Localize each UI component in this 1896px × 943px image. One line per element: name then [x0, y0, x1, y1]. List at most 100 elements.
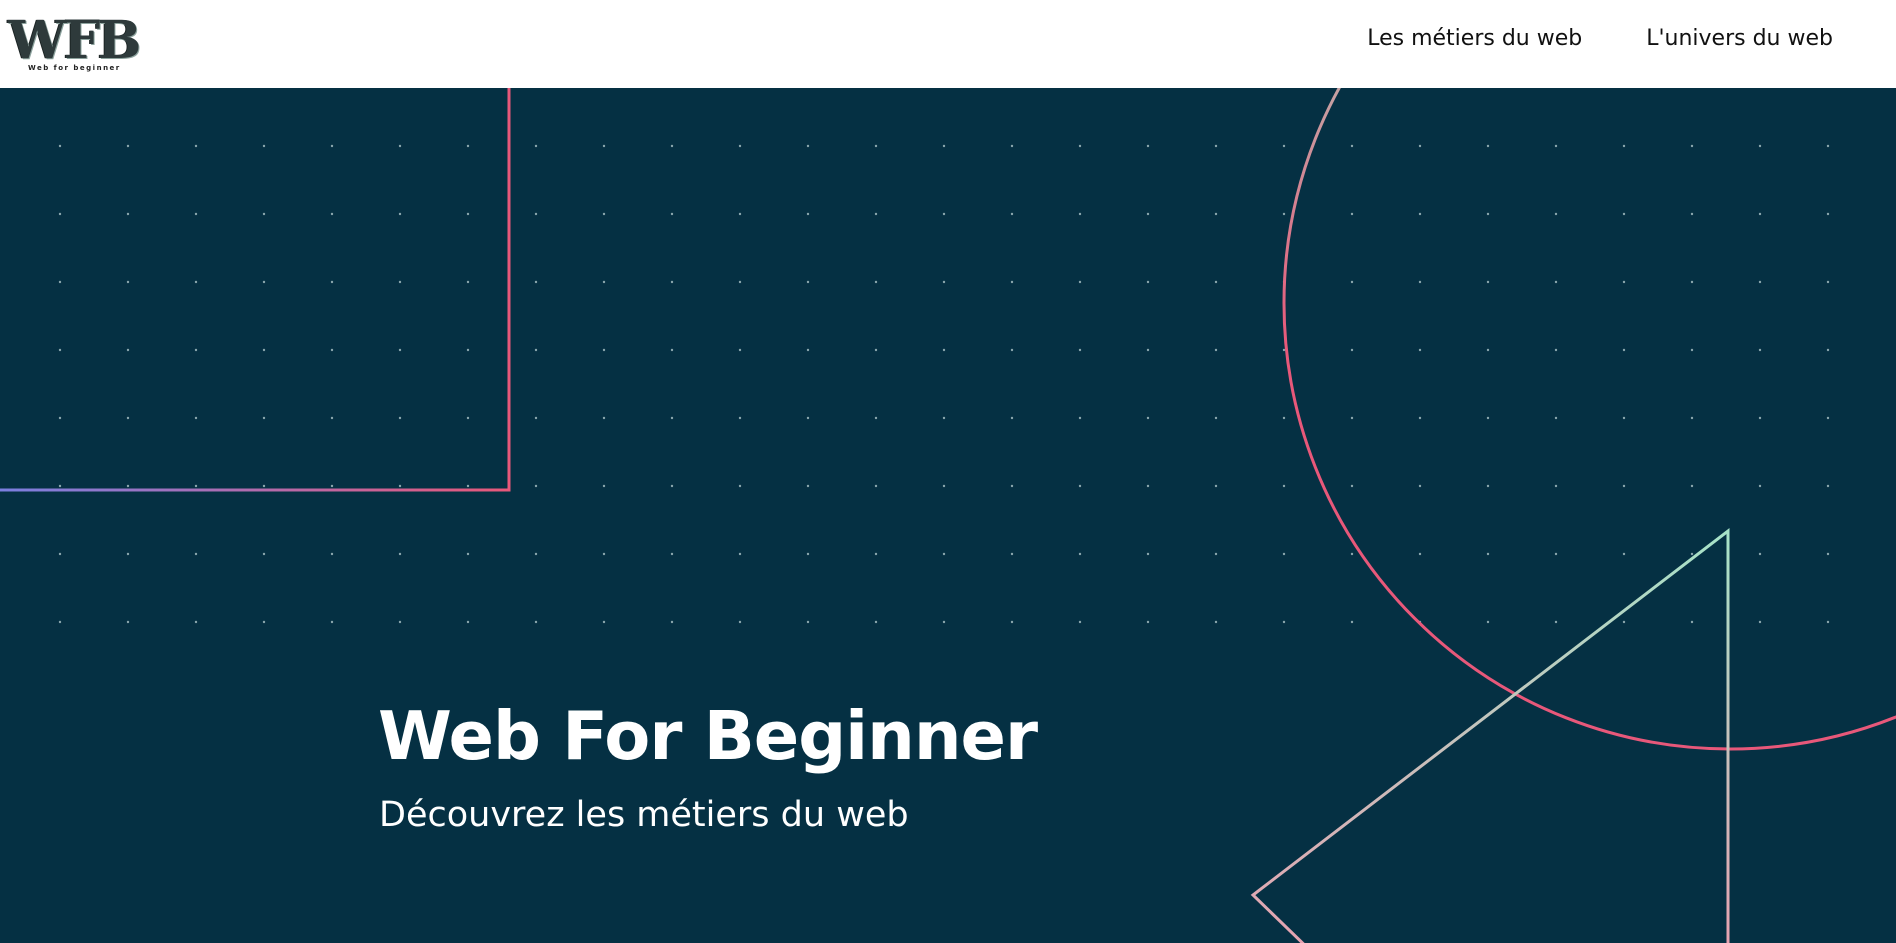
grid-dot: [1146, 620, 1150, 624]
grid-dot: [1554, 552, 1558, 556]
grid-dot: [466, 144, 470, 148]
grid-dot: [262, 484, 266, 488]
grid-dot: [398, 552, 402, 556]
grid-dot: [1010, 348, 1014, 352]
grid-dot: [1010, 212, 1014, 216]
grid-dot: [670, 416, 674, 420]
grid-dot: [1826, 620, 1830, 624]
grid-dot: [1622, 212, 1626, 216]
grid-dot: [1826, 416, 1830, 420]
grid-dot: [1350, 620, 1354, 624]
grid-dot: [1690, 280, 1694, 284]
grid-dot: [874, 348, 878, 352]
grid-dot: [1418, 280, 1422, 284]
nav-link-metiers[interactable]: Les métiers du web: [1367, 26, 1582, 51]
dot-grid-pattern: [58, 144, 1830, 624]
outline-triangle-shape: [1250, 527, 1730, 943]
grid-dot: [194, 416, 198, 420]
grid-dot: [1622, 416, 1626, 420]
grid-dot: [1078, 620, 1082, 624]
grid-dot: [194, 484, 198, 488]
grid-dot: [466, 212, 470, 216]
nav-link-univers[interactable]: L'univers du web: [1646, 26, 1833, 51]
grid-dot: [534, 144, 538, 148]
grid-dot: [1282, 552, 1286, 556]
grid-dot: [1622, 484, 1626, 488]
grid-dot: [58, 348, 62, 352]
grid-dot: [1282, 144, 1286, 148]
grid-dot: [1214, 552, 1218, 556]
grid-dot: [602, 416, 606, 420]
grid-dot: [806, 280, 810, 284]
grid-dot: [330, 552, 334, 556]
grid-dot: [1486, 552, 1490, 556]
grid-dot: [1418, 348, 1422, 352]
grid-dot: [1826, 144, 1830, 148]
hero-subtitle: Découvrez les métiers du web: [379, 795, 909, 835]
grid-dot: [262, 280, 266, 284]
grid-dot: [602, 144, 606, 148]
grid-dot: [466, 416, 470, 420]
grid-dot: [1486, 280, 1490, 284]
grid-dot: [738, 212, 742, 216]
grid-dot: [1282, 348, 1286, 352]
grid-dot: [1690, 620, 1694, 624]
grid-dot: [942, 212, 946, 216]
grid-dot: [806, 484, 810, 488]
grid-dot: [1078, 280, 1082, 284]
grid-dot: [1350, 280, 1354, 284]
site-logo[interactable]: WFB Web for beginner: [8, 12, 141, 74]
grid-dot: [194, 348, 198, 352]
grid-dot: [534, 620, 538, 624]
grid-dot: [126, 620, 130, 624]
grid-dot: [330, 144, 334, 148]
grid-dot: [194, 280, 198, 284]
grid-dot: [1214, 348, 1218, 352]
grid-dot: [670, 552, 674, 556]
grid-dot: [1486, 484, 1490, 488]
grid-dot: [1758, 144, 1762, 148]
logo-wordmark: WFB: [8, 10, 141, 71]
grid-dot: [58, 416, 62, 420]
grid-dot: [874, 620, 878, 624]
grid-dot: [1622, 552, 1626, 556]
grid-dot: [398, 212, 402, 216]
grid-dot: [262, 552, 266, 556]
grid-dot: [806, 552, 810, 556]
grid-dot: [330, 280, 334, 284]
grid-dot: [670, 144, 674, 148]
grid-dot: [330, 212, 334, 216]
grid-dot: [1214, 620, 1218, 624]
grid-dot: [58, 280, 62, 284]
grid-dot: [126, 484, 130, 488]
hero-decoration: [0, 88, 1896, 943]
grid-dot: [1690, 212, 1694, 216]
grid-dot: [1214, 280, 1218, 284]
grid-dot: [1758, 620, 1762, 624]
grid-dot: [1554, 484, 1558, 488]
grid-dot: [1146, 280, 1150, 284]
grid-dot: [1010, 552, 1014, 556]
grid-dot: [126, 416, 130, 420]
grid-dot: [126, 348, 130, 352]
grid-dot: [806, 348, 810, 352]
grid-dot: [942, 348, 946, 352]
grid-dot: [1078, 484, 1082, 488]
grid-dot: [1758, 212, 1762, 216]
grid-dot: [1214, 212, 1218, 216]
grid-dot: [1554, 620, 1558, 624]
grid-dot: [738, 280, 742, 284]
grid-dot: [1078, 212, 1082, 216]
grid-dot: [58, 212, 62, 216]
grid-dot: [330, 416, 334, 420]
grid-dot: [1622, 280, 1626, 284]
grid-dot: [806, 416, 810, 420]
grid-dot: [1622, 620, 1626, 624]
grid-dot: [1214, 484, 1218, 488]
grid-dot: [874, 416, 878, 420]
grid-dot: [262, 212, 266, 216]
grid-dot: [1146, 212, 1150, 216]
grid-dot: [1622, 144, 1626, 148]
grid-dot: [1826, 484, 1830, 488]
grid-dot: [1622, 348, 1626, 352]
